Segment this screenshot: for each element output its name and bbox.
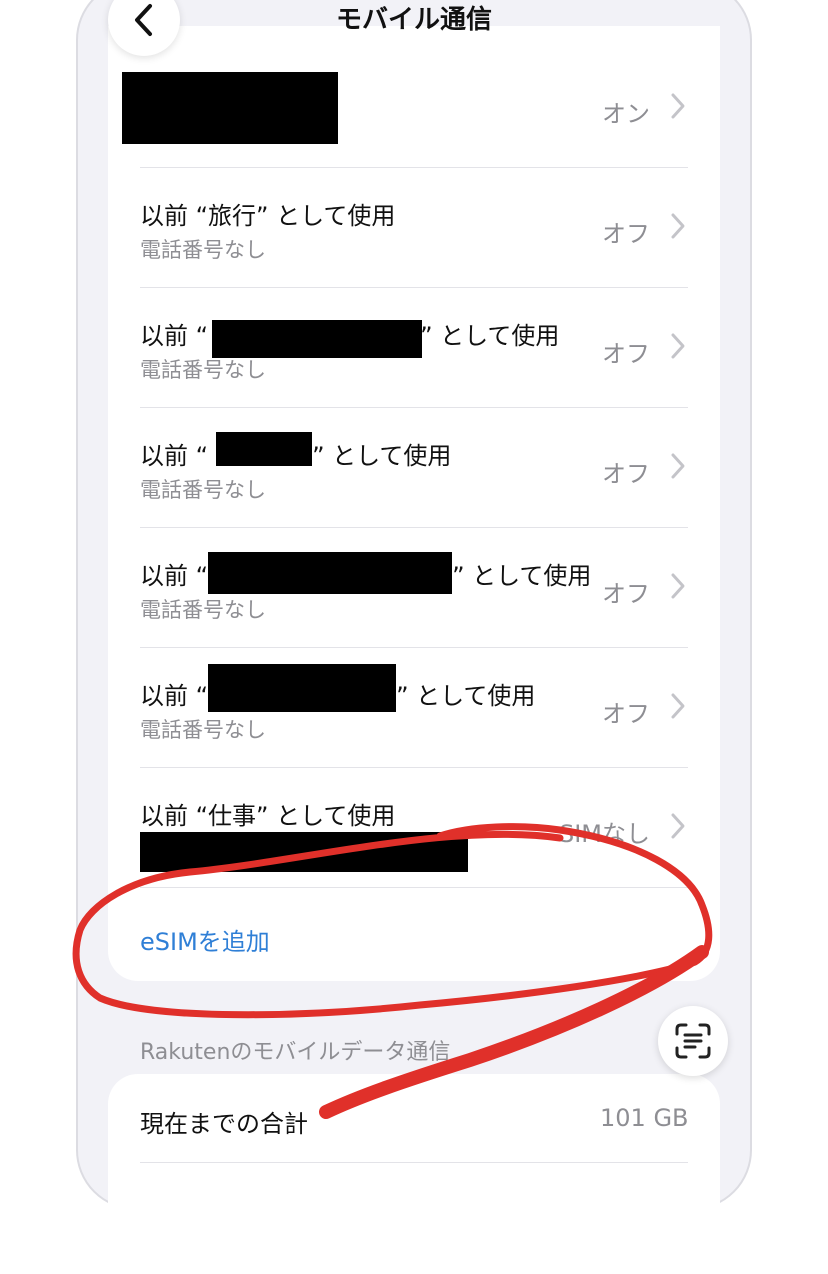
sim-status: オフ [602,700,650,728]
redacted-block [140,832,468,872]
sim-row-work[interactable]: 以前 “仕事” として使用 SIMなし [140,768,688,888]
redacted-block [208,664,396,712]
sim-row-previous-1[interactable]: 以前 “ ” として使用 電話番号なし オフ [140,288,688,408]
title-prefix: 以前 “ [140,442,209,470]
chevron-right-icon [671,693,685,719]
sim-status: オフ [602,460,650,488]
sim-subtitle: 電話番号なし [140,598,266,622]
title-suffix: ” として使用 [420,322,560,350]
chevron-right-icon [671,93,685,119]
sim-subtitle: 電話番号なし [140,238,266,262]
text-scan-icon [675,1023,711,1059]
usage-total-label: 現在までの合計 [140,1110,308,1138]
chevron-right-icon [671,813,685,839]
sim-subtitle: 電話番号なし [140,718,266,742]
sim-row-previous-2[interactable]: 以前 “ ” として使用 電話番号なし オフ [140,408,688,528]
redacted-block [216,432,312,466]
sim-row-current[interactable]: オン [122,48,688,168]
redacted-block [208,552,452,594]
chevron-right-icon [671,573,685,599]
sim-row-previous-4[interactable]: 以前 “ ” として使用 電話番号なし オフ [140,648,688,768]
chevron-right-icon [671,213,685,239]
sim-status: オフ [602,580,650,608]
chevron-right-icon [671,333,685,359]
title-prefix: 以前 “ [140,682,209,710]
redacted-block [122,72,338,144]
title-prefix: 以前 “ [140,322,209,350]
title-prefix: 以前 “ [140,562,209,590]
sim-status: オフ [602,340,650,368]
title-suffix: ” として使用 [396,682,536,710]
sim-title: 以前 “仕事” として使用 [140,802,396,830]
redacted-block [212,320,422,358]
text-scan-button[interactable] [658,1006,728,1076]
sim-row-previous-3[interactable]: 以前 “ ” として使用 電話番号なし オフ [140,528,688,648]
usage-total-value: 101 GB [600,1104,689,1132]
sim-status: オフ [602,220,650,248]
chevron-right-icon [671,453,685,479]
divider [140,1162,688,1163]
add-esim-link[interactable]: eSIMを追加 [140,922,270,957]
sim-status: SIMなし [558,820,650,848]
sim-status: オン [602,100,650,128]
sim-subtitle: 電話番号なし [140,358,266,382]
sim-subtitle: 電話番号なし [140,478,266,502]
sim-title: 以前 “旅行” として使用 [140,202,396,230]
section-header: Rakutenのモバイルデータ通信 [140,1040,451,1065]
title-suffix: ” として使用 [452,562,592,590]
page-title: モバイル通信 [335,5,492,35]
sim-row-travel[interactable]: 以前 “旅行” として使用 電話番号なし オフ [140,168,688,288]
title-suffix: ” として使用 [312,442,452,470]
